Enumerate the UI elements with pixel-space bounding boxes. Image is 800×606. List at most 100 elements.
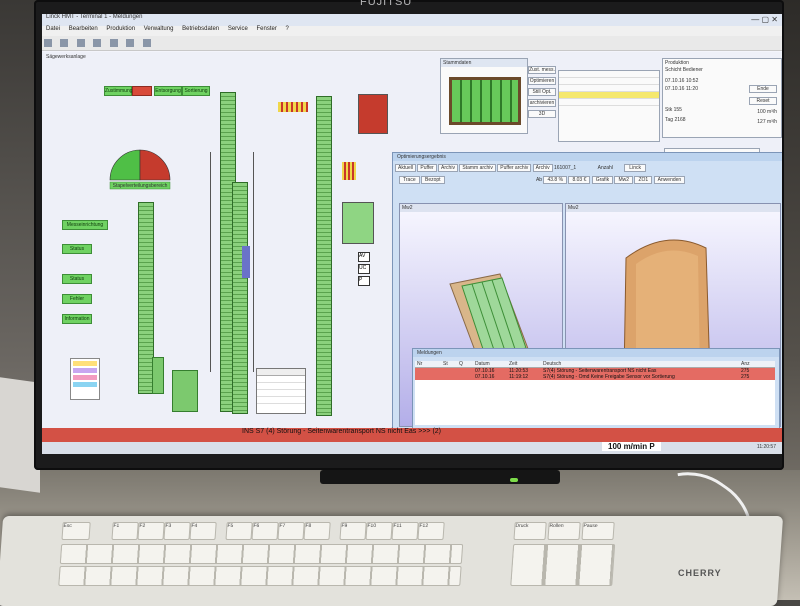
optimieren-button[interactable]: Optimieren <box>528 77 556 85</box>
key-f11[interactable]: F11 <box>391 522 419 540</box>
tab-stamm-archiv[interactable]: Stamm archiv <box>459 164 496 172</box>
status-button-1[interactable]: Status <box>62 244 92 254</box>
zust-mess-button[interactable]: Zust. mess. <box>528 66 556 74</box>
col-q: Q <box>459 361 463 367</box>
menu-bar: Datei Bearbeiten Produktion Verwaltung B… <box>42 26 782 36</box>
col-zeit: Zeit <box>509 361 518 367</box>
trace-button[interactable]: Trace <box>399 176 420 184</box>
messeinrichtung-button[interactable]: Messeinrichtung <box>62 220 108 230</box>
reset-button[interactable]: Reset <box>749 97 777 105</box>
power-led <box>510 478 518 482</box>
av-label: AV <box>358 252 370 262</box>
stack-window: Stammdaten <box>440 58 528 134</box>
bezopt-button[interactable]: Bezopt <box>421 176 445 184</box>
archive-icon[interactable] <box>126 39 135 47</box>
toolbar <box>42 36 782 51</box>
menu-service[interactable]: Service <box>228 26 248 32</box>
ende-button[interactable]: Ende <box>749 85 777 93</box>
tab-aktuell[interactable]: Aktuell <box>395 164 417 172</box>
stack-window-title: Stammdaten <box>441 59 527 67</box>
key-print[interactable]: Druck <box>513 522 547 540</box>
tab-puffer-archiv[interactable]: Puffer archiv <box>497 164 532 172</box>
zustimmung-button[interactable]: Zustimmung <box>104 86 133 96</box>
grafik-select[interactable]: Grafik <box>591 176 614 184</box>
3d-button[interactable]: 3D <box>528 110 556 118</box>
color-legend <box>70 358 100 400</box>
zoom-select[interactable]: ZO1 <box>634 176 653 184</box>
sortierung-button[interactable]: Sortierung <box>182 86 210 96</box>
status-button-2[interactable]: Status <box>62 274 92 284</box>
row-nr <box>417 374 435 380</box>
key-f3[interactable]: F3 <box>163 522 191 540</box>
key-f5[interactable]: F5 <box>225 522 253 540</box>
sensor-group <box>342 162 356 180</box>
green-status-block <box>342 202 374 244</box>
window-controls[interactable]: — ▢ ✕ <box>751 15 778 24</box>
key-scroll[interactable]: Rollen <box>547 522 581 540</box>
key-f10[interactable]: F10 <box>365 522 393 540</box>
monitor-brand-logo: FUJITSU <box>360 0 413 8</box>
key-f9[interactable]: F9 <box>339 522 367 540</box>
menu-betriebsdaten[interactable]: Betriebsdaten <box>182 26 219 32</box>
mw-select[interactable]: Mw2 <box>614 176 634 184</box>
m3-value: 100 m³/h <box>757 109 777 115</box>
chart-icon[interactable] <box>109 39 118 47</box>
key-navigation-block[interactable] <box>510 544 616 586</box>
help-icon[interactable] <box>142 39 151 47</box>
key-f4[interactable]: F4 <box>189 522 217 540</box>
fehler-button[interactable]: Fehler <box>62 294 92 304</box>
p-label: P <box>358 276 370 286</box>
menu-help[interactable]: ? <box>286 26 289 32</box>
key-pause[interactable]: Pause <box>581 522 615 540</box>
key-f2[interactable]: F2 <box>137 522 165 540</box>
monitor-control-buttons[interactable] <box>320 470 560 484</box>
menu-fenster[interactable]: Fenster <box>257 26 277 32</box>
print-icon[interactable] <box>60 39 69 47</box>
key-f12[interactable]: F12 <box>417 522 445 540</box>
row-text: S7(4) Störung - Omd Keine Freigabe Senso… <box>543 374 675 380</box>
bediener-label: Bediener <box>682 67 703 73</box>
menu-verwaltung[interactable]: Verwaltung <box>144 26 174 32</box>
key-f1[interactable]: F1 <box>111 522 139 540</box>
table-row[interactable]: 07.10.16 11:19:12 S7(4) Störung - Omd Ke… <box>415 374 775 380</box>
information-button[interactable]: Information <box>62 314 92 324</box>
speed-display: 100 m/min P <box>602 442 661 451</box>
row-datum: 07.10.16 <box>475 374 495 380</box>
still-opt-button[interactable]: Still Opt. <box>528 88 556 96</box>
alarm-button[interactable] <box>132 86 152 96</box>
taskbar: 100 m/min P 11:20:57 <box>42 442 782 454</box>
key-f6[interactable]: F6 <box>251 522 279 540</box>
row-anz: 275 <box>741 374 750 380</box>
tab-archiv[interactable]: Archiv <box>438 164 458 172</box>
user-icon[interactable] <box>93 39 102 47</box>
save-icon[interactable] <box>44 39 52 47</box>
linck-select[interactable]: Linck <box>624 164 646 172</box>
side-button-group: Zust. mess. Optimieren Still Opt. archiv… <box>528 66 556 121</box>
tab-puffer[interactable]: Puffer <box>417 164 437 172</box>
stacker-block <box>172 370 198 412</box>
key-f7[interactable]: F7 <box>277 522 305 540</box>
key-f8[interactable]: F8 <box>303 522 331 540</box>
menu-datei[interactable]: Datei <box>46 26 60 32</box>
entsorgung-button[interactable]: Entsorgung <box>154 86 182 96</box>
alarm-status-bar[interactable]: INS S7 (4) Störung - Seitenwarentranspor… <box>42 428 782 442</box>
tab-archiv-2[interactable]: Archiv <box>532 164 553 172</box>
menu-produktion[interactable]: Produktion <box>106 26 135 32</box>
tag-label: Tag <box>665 117 674 123</box>
anwenden-button[interactable]: Anwenden <box>653 176 686 184</box>
key-row-numbers[interactable] <box>59 544 464 564</box>
menu-bearbeiten[interactable]: Bearbeiten <box>69 26 98 32</box>
messages-header-row: Nr St Q Datum Zeit Deutsch Anz <box>415 361 775 368</box>
settings-icon[interactable] <box>76 39 85 47</box>
col-st: St <box>443 361 448 367</box>
keyboard-brand-logo: CHERRY <box>678 568 722 578</box>
monitor-screen: Linck HMT - Terminal 1 - Meldungen — ▢ ✕… <box>42 14 782 454</box>
archivieren-button[interactable]: archivieren <box>528 99 556 107</box>
keyboard[interactable]: Esc F1 F2 F3 F4 F5 F6 F7 F8 F9 F10 F11 F… <box>0 516 784 606</box>
conveyor-column-4 <box>316 96 332 416</box>
key-row-letters[interactable] <box>58 566 462 586</box>
start-date: 07.10.16 10:52 <box>665 78 699 84</box>
red-status-block <box>358 94 388 134</box>
archive-id: 161007_1 <box>553 165 577 171</box>
key-esc[interactable]: Esc <box>61 522 91 540</box>
